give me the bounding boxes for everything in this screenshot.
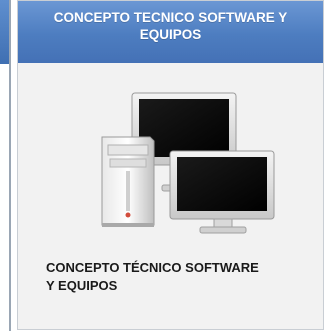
- divider-line: [9, 0, 11, 331]
- previous-card-edge: [0, 0, 12, 331]
- computer-equipment-icon[interactable]: [88, 87, 278, 237]
- service-card[interactable]: CONCEPTO TECNICO SOFTWARE Y EQUIPOS CONC…: [17, 0, 324, 330]
- card-caption[interactable]: CONCEPTO TÉCNICO SOFTWARE Y EQUIPOS: [46, 259, 316, 295]
- card-header-title[interactable]: CONCEPTO TECNICO SOFTWARE Y EQUIPOS: [18, 1, 323, 63]
- previous-card-header-edge: [0, 0, 9, 64]
